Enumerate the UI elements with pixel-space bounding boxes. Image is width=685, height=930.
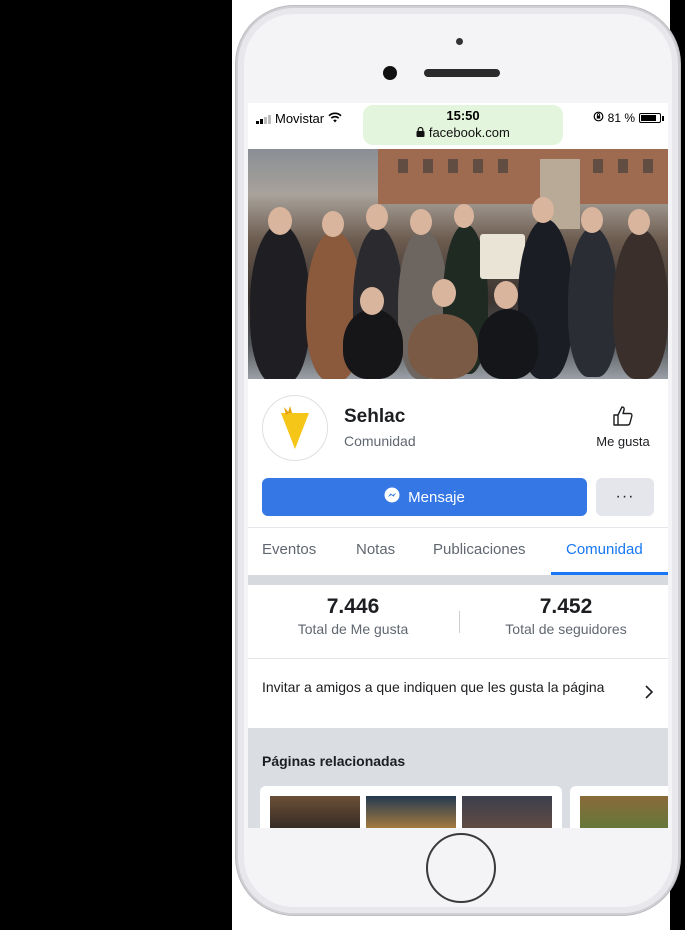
cover-person-head xyxy=(628,209,650,235)
cover-window xyxy=(423,159,433,173)
wifi-icon xyxy=(328,111,342,126)
cover-person xyxy=(478,309,538,379)
battery-percent: 81 % xyxy=(607,111,635,125)
chevron-right-icon xyxy=(644,683,654,706)
related-pages-section: Páginas relacionadas xyxy=(248,728,668,828)
cover-window xyxy=(448,159,458,173)
orientation-lock-icon xyxy=(593,111,604,125)
thumbs-up-icon xyxy=(612,406,634,431)
related-page-photo xyxy=(462,796,552,828)
url-label: facebook.com xyxy=(428,125,510,140)
community-stats: 7.446 Total de Me gusta 7.452 Total de s… xyxy=(248,585,668,658)
sehlac-logo-icon xyxy=(281,406,309,449)
tab-notas[interactable]: Notas xyxy=(356,541,395,558)
cover-window xyxy=(473,159,483,173)
like-button[interactable]: Me gusta xyxy=(588,405,658,449)
earpiece-speaker xyxy=(424,69,500,77)
cover-person-head xyxy=(366,204,388,230)
cover-person-head xyxy=(581,207,603,233)
cover-building xyxy=(378,149,668,204)
carrier-info: Movistar xyxy=(256,111,342,126)
tab-eventos[interactable]: Eventos xyxy=(262,541,316,558)
signal-icon xyxy=(256,114,271,124)
page-category: Comunidad xyxy=(344,433,416,449)
messenger-icon xyxy=(384,487,400,507)
cover-person-head xyxy=(532,197,554,223)
cover-person-head xyxy=(494,281,518,309)
likes-stat: 7.446 Total de Me gusta xyxy=(253,595,453,637)
page-avatar[interactable] xyxy=(262,395,328,461)
page-name: Sehlac xyxy=(344,406,406,427)
cover-person xyxy=(613,229,668,379)
front-camera xyxy=(456,38,463,45)
tab-comunidad[interactable]: Comunidad xyxy=(566,541,643,558)
cover-window xyxy=(593,159,603,173)
cover-person-head xyxy=(322,211,344,237)
likes-label: Total de Me gusta xyxy=(297,621,409,637)
tab-publicaciones[interactable]: Publicaciones xyxy=(433,541,526,558)
cover-window xyxy=(498,159,508,173)
url-text[interactable]: facebook.com xyxy=(363,125,563,140)
cover-window xyxy=(643,159,653,173)
message-button-label: Mensaje xyxy=(408,488,465,506)
followers-label: Total de seguidores xyxy=(505,621,627,637)
cover-photo[interactable] xyxy=(248,149,668,379)
battery-level-fill xyxy=(641,115,656,121)
cover-framed-certificate xyxy=(480,234,525,279)
likes-count: 7.446 xyxy=(326,595,380,618)
message-button[interactable]: Mensaje xyxy=(262,478,587,516)
related-page-photo xyxy=(366,796,456,828)
section-separator xyxy=(248,575,668,585)
stats-divider xyxy=(459,611,460,633)
followers-count: 7.452 xyxy=(539,595,593,618)
clock: 15:50 xyxy=(446,108,480,123)
related-page-photo xyxy=(270,796,360,828)
battery-icon xyxy=(639,113,661,123)
cover-window xyxy=(618,159,628,173)
cover-person xyxy=(343,309,403,379)
cover-person-head xyxy=(268,207,292,235)
cover-person xyxy=(250,224,310,379)
background-black-left xyxy=(0,0,232,930)
battery-tip xyxy=(662,115,664,121)
related-page-photo xyxy=(580,796,668,828)
phone-screen: Movistar 15:50 facebook.com 81 % Sehlac … xyxy=(248,103,668,828)
cover-person-head xyxy=(454,204,474,228)
carrier-name: Movistar xyxy=(275,111,325,126)
related-pages-title: Páginas relacionadas xyxy=(262,753,406,769)
cover-window xyxy=(398,159,408,173)
battery-status: 81 % xyxy=(593,111,664,125)
lock-icon xyxy=(416,125,429,140)
status-bar: Movistar 15:50 facebook.com 81 % xyxy=(248,103,668,149)
home-button[interactable] xyxy=(426,833,496,903)
related-page-card[interactable] xyxy=(570,786,668,828)
cover-person xyxy=(568,227,618,377)
cover-person-head xyxy=(432,279,456,307)
more-options-button[interactable]: ··· xyxy=(596,478,654,516)
cover-person-head xyxy=(360,287,384,315)
cover-person-head xyxy=(410,209,432,235)
cover-person xyxy=(408,314,478,379)
related-page-card[interactable] xyxy=(260,786,562,828)
like-label: Me gusta xyxy=(596,434,650,449)
invite-friends-row[interactable]: Invitar a amigos a que indiquen que les … xyxy=(248,658,668,729)
invite-friends-text: Invitar a amigos a que indiquen que les … xyxy=(262,679,605,695)
page-tabs: Eventos Notas Publicaciones Comunidad xyxy=(248,527,668,576)
page-header: Sehlac Comunidad Me gusta xyxy=(248,379,668,479)
followers-stat: 7.452 Total de seguidores xyxy=(466,595,666,637)
proximity-sensor xyxy=(383,66,397,80)
